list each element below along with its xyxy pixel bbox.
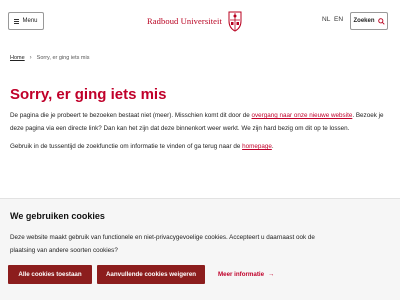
error-text-start: De pagina die je probeert te bezoeken be… [10,112,252,119]
accept-all-cookies-button[interactable]: Alle cookies toestaan [8,265,92,284]
lang-nl-link[interactable]: NL [322,16,330,23]
lang-en-link[interactable]: EN [334,16,343,23]
breadcrumb-current: Sorry, er ging iets mis [36,55,90,61]
hint-text: Gebruik in de tussentijd de zoekfunctie … [10,143,243,150]
reject-additional-cookies-button[interactable]: Aanvullende cookies weigeren [97,265,205,284]
arrow-right-icon: → [268,271,275,278]
error-message: De pagina die je probeert te bezoeken be… [10,110,395,135]
search-button[interactable]: Zoeken [350,12,388,30]
hamburger-icon [14,18,20,24]
more-info-label: Meer informatie [218,271,265,278]
university-logo[interactable]: Radboud Universiteit [147,8,243,34]
breadcrumb-home-link[interactable]: Home [10,55,25,61]
homepage-link[interactable]: homepage [242,143,272,150]
site-header: Menu Radboud Universiteit NL EN Zoeken [0,0,400,44]
search-label: Zoeken [353,18,375,24]
new-website-link[interactable]: overgang naar onze nieuwe website [252,112,353,119]
breadcrumb: Home › Sorry, er ging iets mis [10,55,89,61]
search-hint: Gebruik in de tussentijd de zoekfunctie … [10,141,395,154]
logo-text: Radboud Universiteit [147,16,222,26]
hint-end: . [271,143,274,150]
chevron-right-icon: › [29,55,32,61]
menu-button[interactable]: Menu [8,12,44,30]
crest-icon [228,11,242,32]
menu-label: Menu [22,18,38,24]
search-icon [377,17,385,25]
cookie-banner: We gebruiken cookies Deze website maakt … [0,198,400,300]
more-info-link[interactable]: Meer informatie → [218,271,274,278]
cookie-description: Deze website maakt gebruik van functione… [10,234,315,254]
page-title: Sorry, er ging iets mis [10,86,167,103]
cookie-title: We gebruiken cookies [10,211,105,221]
